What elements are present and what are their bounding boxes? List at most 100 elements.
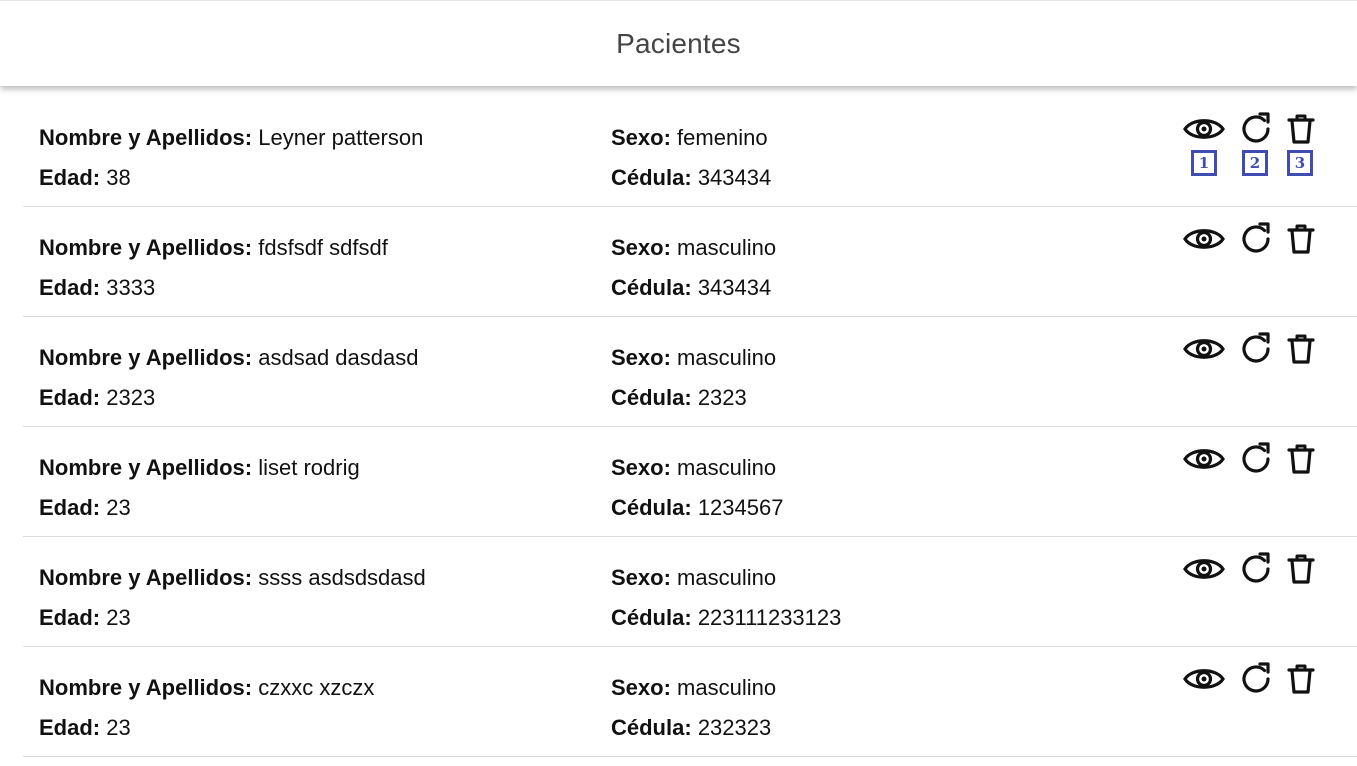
age-value: 38 bbox=[106, 165, 131, 190]
id-label: Cédula: bbox=[611, 165, 692, 190]
sex-value: masculino bbox=[677, 675, 777, 700]
refresh-icon bbox=[1242, 662, 1270, 693]
view-button[interactable] bbox=[1183, 221, 1225, 257]
eye-icon bbox=[1183, 559, 1225, 579]
row-actions: 1 2 3 bbox=[1183, 111, 1323, 191]
patient-row: Nombre y Apellidos: asdsad dasdasd Edad:… bbox=[23, 317, 1357, 427]
refresh-button[interactable] bbox=[1237, 111, 1275, 147]
sex-value: masculino bbox=[677, 235, 777, 260]
id-value: 223111233123 bbox=[697, 605, 842, 630]
row-actions bbox=[1183, 441, 1323, 521]
id-label: Cédula: bbox=[611, 275, 692, 300]
id-value: 232323 bbox=[697, 715, 772, 740]
refresh-icon bbox=[1242, 442, 1270, 473]
trash-icon bbox=[1287, 444, 1315, 474]
patient-sex: Sexo: masculino bbox=[611, 455, 776, 481]
view-button[interactable] bbox=[1183, 551, 1225, 587]
patient-sex: Sexo: masculino bbox=[611, 345, 776, 371]
view-button[interactable] bbox=[1183, 331, 1225, 367]
refresh-button[interactable] bbox=[1237, 551, 1275, 587]
age-value: 2323 bbox=[106, 385, 156, 410]
row-actions bbox=[1183, 661, 1323, 741]
patient-sex: Sexo: masculino bbox=[611, 675, 776, 701]
age-label: Edad: bbox=[39, 495, 101, 520]
patient-id: Cédula: 343434 bbox=[611, 275, 771, 301]
row-actions bbox=[1183, 331, 1323, 411]
patient-id: Cédula: 1234567 bbox=[611, 495, 783, 521]
patient-name: Nombre y Apellidos: fdsfsdf sdfsdf bbox=[39, 235, 388, 261]
patient-id: Cédula: 232323 bbox=[611, 715, 771, 741]
age-label: Edad: bbox=[39, 275, 101, 300]
id-label: Cédula: bbox=[611, 605, 692, 630]
patient-age: Edad: 23 bbox=[39, 605, 131, 631]
patient-sex: Sexo: masculino bbox=[611, 565, 776, 591]
view-button[interactable] bbox=[1183, 441, 1225, 477]
sex-value: masculino bbox=[677, 345, 777, 370]
page-header: Pacientes bbox=[0, 0, 1357, 86]
refresh-button[interactable] bbox=[1237, 331, 1275, 367]
row-actions bbox=[1183, 221, 1323, 301]
trash-icon bbox=[1287, 334, 1315, 364]
delete-button[interactable] bbox=[1285, 221, 1317, 257]
patient-id: Cédula: 343434 bbox=[611, 165, 771, 191]
refresh-icon bbox=[1242, 112, 1270, 143]
eye-icon bbox=[1183, 449, 1225, 469]
delete-button[interactable] bbox=[1285, 111, 1317, 147]
delete-button[interactable] bbox=[1285, 661, 1317, 697]
patient-row: Nombre y Apellidos: Leyner patterson Eda… bbox=[23, 97, 1357, 207]
sex-value: femenino bbox=[677, 125, 768, 150]
annotation-badge: 2 bbox=[1242, 150, 1268, 176]
patient-name: Nombre y Apellidos: asdsad dasdasd bbox=[39, 345, 418, 371]
patient-name: Nombre y Apellidos: czxxc xzczx bbox=[39, 675, 374, 701]
name-label: Nombre y Apellidos: bbox=[39, 125, 253, 150]
patient-id: Cédula: 2323 bbox=[611, 385, 747, 411]
sex-value: masculino bbox=[677, 455, 777, 480]
patient-name: Nombre y Apellidos: ssss asdsdsdasd bbox=[39, 565, 426, 591]
id-label: Cédula: bbox=[611, 715, 692, 740]
sex-label: Sexo: bbox=[611, 455, 671, 480]
annotation-badge: 3 bbox=[1287, 150, 1313, 176]
patient-age: Edad: 2323 bbox=[39, 385, 155, 411]
delete-button[interactable] bbox=[1285, 441, 1317, 477]
patient-row: Nombre y Apellidos: liset rodrig Edad: 2… bbox=[23, 427, 1357, 537]
id-value: 1234567 bbox=[697, 495, 784, 520]
refresh-icon bbox=[1242, 332, 1270, 363]
patient-row: Nombre y Apellidos: ssss asdsdsdasd Edad… bbox=[23, 537, 1357, 647]
name-label: Nombre y Apellidos: bbox=[39, 565, 253, 590]
annotation-badge: 1 bbox=[1191, 150, 1217, 176]
patient-age: Edad: 38 bbox=[39, 165, 131, 191]
name-value: asdsad dasdasd bbox=[258, 345, 419, 370]
id-value: 343434 bbox=[697, 275, 772, 300]
name-value: Leyner patterson bbox=[258, 125, 424, 150]
row-actions bbox=[1183, 551, 1323, 631]
view-button[interactable] bbox=[1183, 111, 1225, 147]
refresh-button[interactable] bbox=[1237, 221, 1275, 257]
patient-row: Nombre y Apellidos: czxxc xzczx Edad: 23… bbox=[23, 647, 1357, 757]
delete-button[interactable] bbox=[1285, 331, 1317, 367]
refresh-button[interactable] bbox=[1237, 441, 1275, 477]
id-label: Cédula: bbox=[611, 385, 692, 410]
age-label: Edad: bbox=[39, 165, 101, 190]
page-title: Pacientes bbox=[616, 27, 741, 59]
age-value: 3333 bbox=[106, 275, 156, 300]
view-button[interactable] bbox=[1183, 661, 1225, 697]
patient-name: Nombre y Apellidos: Leyner patterson bbox=[39, 125, 423, 151]
refresh-button[interactable] bbox=[1237, 661, 1275, 697]
age-value: 23 bbox=[106, 715, 131, 740]
age-label: Edad: bbox=[39, 715, 101, 740]
patient-name: Nombre y Apellidos: liset rodrig bbox=[39, 455, 360, 481]
eye-icon bbox=[1183, 229, 1225, 249]
patient-row: Nombre y Apellidos: fdsfsdf sdfsdf Edad:… bbox=[23, 207, 1357, 317]
patient-list: Nombre y Apellidos: Leyner patterson Eda… bbox=[23, 97, 1357, 757]
id-label: Cédula: bbox=[611, 495, 692, 520]
age-label: Edad: bbox=[39, 385, 101, 410]
name-value: liset rodrig bbox=[258, 455, 360, 480]
sex-value: masculino bbox=[677, 565, 777, 590]
name-label: Nombre y Apellidos: bbox=[39, 675, 253, 700]
id-value: 343434 bbox=[697, 165, 772, 190]
delete-button[interactable] bbox=[1285, 551, 1317, 587]
age-label: Edad: bbox=[39, 605, 101, 630]
sex-label: Sexo: bbox=[611, 345, 671, 370]
eye-icon bbox=[1183, 119, 1225, 139]
refresh-icon bbox=[1242, 552, 1270, 583]
